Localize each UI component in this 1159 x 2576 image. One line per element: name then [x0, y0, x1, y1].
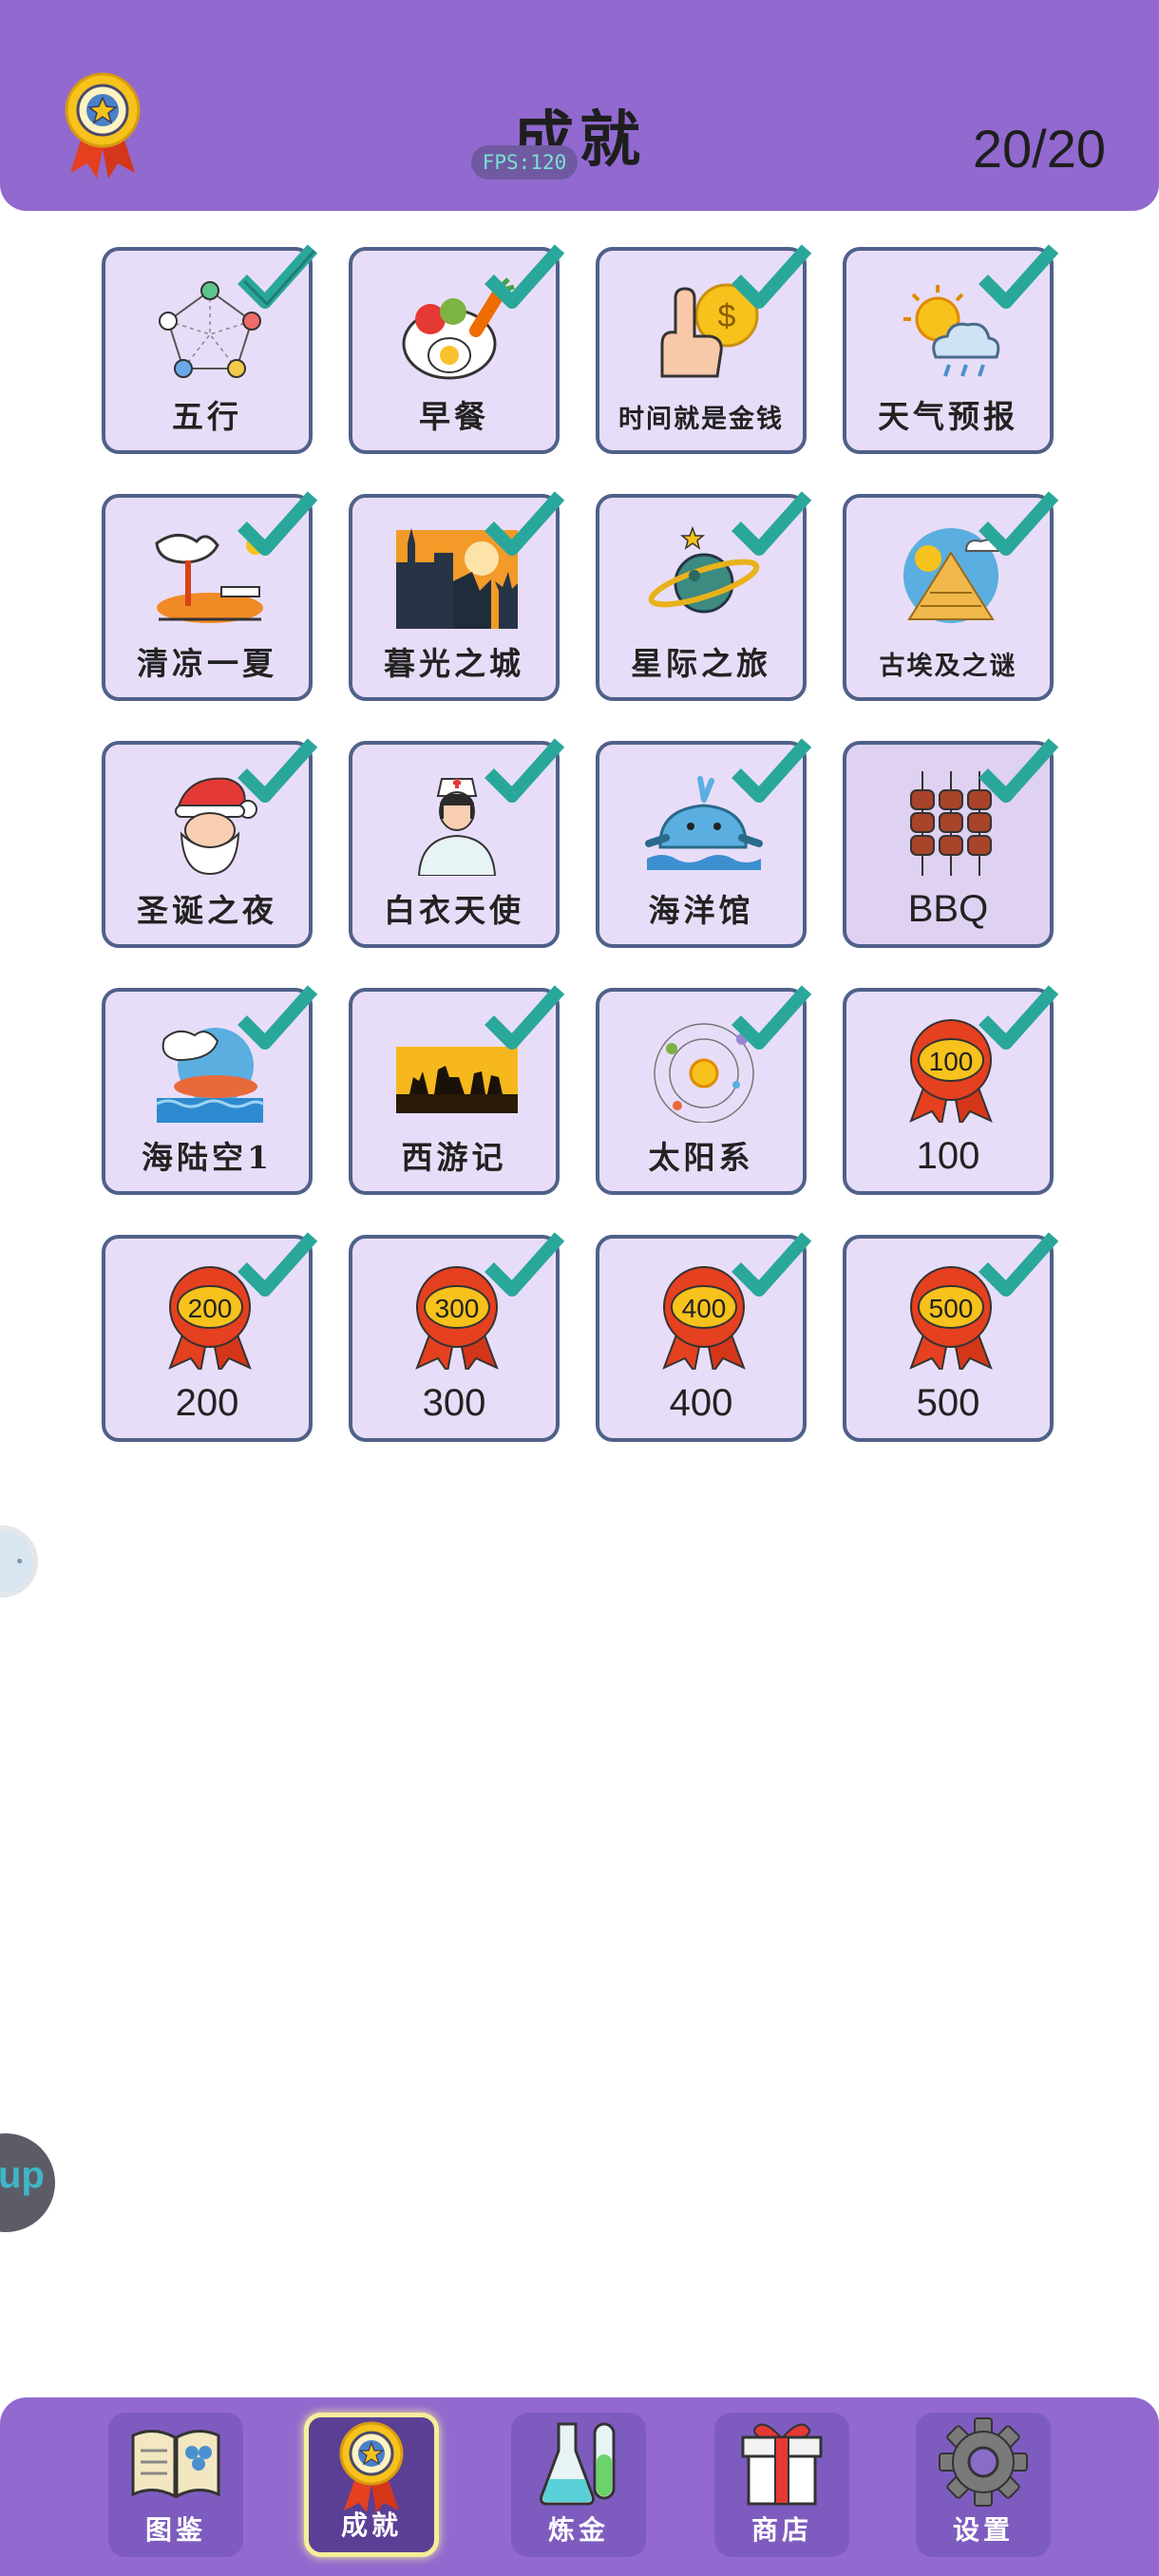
achievement-label: 400	[669, 1382, 733, 1424]
check-icon	[238, 738, 318, 803]
up-button-label: up	[0, 2154, 45, 2196]
check-icon	[732, 985, 812, 1050]
check-icon	[484, 244, 565, 309]
achievement-label: 时间就是金钱	[618, 405, 784, 434]
achievement-label: 100	[916, 1135, 980, 1177]
achievement-tile[interactable]: $ 时间就是金钱	[596, 244, 812, 454]
check-icon	[978, 1232, 1059, 1297]
achievement-label: 星际之旅	[631, 645, 771, 682]
achievement-tile[interactable]: 早餐	[349, 244, 565, 454]
achievement-tile[interactable]: 星际之旅	[596, 491, 812, 701]
achievement-tile[interactable]: 天气预报	[843, 244, 1059, 454]
nav-label: 成就	[340, 2510, 402, 2541]
achievement-label: 海陆空1	[142, 1139, 273, 1176]
achievement-tile[interactable]: 圣诞之夜	[102, 738, 318, 948]
check-icon	[978, 738, 1059, 803]
achievement-label: 太阳系	[648, 1139, 754, 1176]
nav-label: 设置	[952, 2514, 1014, 2546]
assist-ball-dot: •	[14, 1552, 25, 1572]
achievement-progress: 20/20	[972, 119, 1106, 179]
check-icon	[484, 738, 565, 803]
svg-text:300: 300	[435, 1294, 480, 1323]
achievement-tile[interactable]: 500 500	[843, 1232, 1059, 1442]
nav-label: 图鉴	[144, 2514, 206, 2546]
nav-label: 炼金	[547, 2514, 609, 2546]
check-icon	[732, 1232, 812, 1297]
achievement-label: 天气预报	[878, 398, 1018, 435]
fps-counter: FPS:120	[471, 145, 578, 180]
achievement-tile[interactable]: 海洋馆	[596, 738, 812, 948]
achievement-label: 圣诞之夜	[137, 892, 277, 929]
svg-text:400: 400	[682, 1294, 727, 1323]
check-icon	[978, 491, 1059, 556]
gift-icon	[741, 2423, 823, 2506]
achievement-label: 暮光之城	[384, 645, 524, 682]
achievement-label: 500	[916, 1382, 980, 1424]
achievement-tile[interactable]: 太阳系	[596, 985, 812, 1195]
flask-icon	[540, 2422, 616, 2506]
achievement-tile[interactable]: 古埃及之谜	[843, 491, 1059, 701]
achievement-tile[interactable]: 五行	[102, 244, 318, 454]
floating-assist-ball[interactable]: •	[0, 1525, 38, 1598]
svg-text:200: 200	[188, 1294, 233, 1323]
achievement-tile[interactable]: 100 100	[843, 985, 1059, 1195]
check-icon	[732, 244, 812, 309]
achievement-tile[interactable]: 暮光之城	[349, 491, 565, 701]
book-icon	[131, 2430, 220, 2499]
achievement-tile[interactable]: BBQ	[843, 738, 1059, 948]
achievement-label: 古埃及之谜	[879, 652, 1017, 681]
svg-text:100: 100	[929, 1047, 974, 1076]
achievement-label: BBQ	[907, 888, 989, 930]
achievement-label: 五行	[172, 398, 242, 435]
nav-item-settings[interactable]: 设置	[916, 2413, 1051, 2557]
check-icon	[238, 244, 318, 309]
svg-text:500: 500	[929, 1294, 974, 1323]
achievement-tile[interactable]: 400 400	[596, 1232, 812, 1442]
check-icon	[978, 985, 1059, 1050]
check-icon	[238, 985, 318, 1050]
check-icon	[238, 491, 318, 556]
gear-icon	[939, 2417, 1028, 2507]
achievement-label: 清凉一夏	[137, 645, 277, 682]
check-icon	[484, 491, 565, 556]
check-icon	[732, 738, 812, 803]
check-icon	[732, 491, 812, 556]
floating-up-button[interactable]: up	[0, 2133, 55, 2232]
medal-icon	[339, 2421, 404, 2512]
achievement-grid: 五行 早餐 $ 时间就是金钱 天气预报 清凉一夏 暮光之城 星际之旅 古埃及之谜…	[102, 244, 1061, 1446]
achievement-label: 早餐	[419, 398, 489, 435]
achievement-tile[interactable]: 西游记	[349, 985, 565, 1195]
achievement-label: 西游记	[401, 1139, 507, 1176]
achievement-label: 白衣天使	[384, 892, 524, 929]
nav-item-achievements[interactable]: 成就	[304, 2413, 439, 2557]
nav-item-alchemy[interactable]: 炼金	[511, 2413, 646, 2557]
achievement-label: 200	[175, 1382, 239, 1424]
header-bar: 成就 FPS:120 20/20	[0, 0, 1159, 211]
nav-item-collection[interactable]: 图鉴	[108, 2413, 243, 2557]
achievement-label: 海洋馆	[648, 892, 754, 929]
achievement-tile[interactable]: 海陆空1	[102, 985, 318, 1195]
check-icon	[484, 985, 565, 1050]
nav-item-shop[interactable]: 商店	[714, 2413, 849, 2557]
achievement-tile[interactable]: 白衣天使	[349, 738, 565, 948]
check-icon	[978, 244, 1059, 309]
achievement-label: 300	[422, 1382, 486, 1424]
achievement-tile[interactable]: 200 200	[102, 1232, 318, 1442]
nav-label: 商店	[750, 2514, 812, 2546]
check-icon	[238, 1232, 318, 1297]
achievement-tile[interactable]: 清凉一夏	[102, 491, 318, 701]
check-icon	[484, 1232, 565, 1297]
achievement-tile[interactable]: 300 300	[349, 1232, 565, 1442]
